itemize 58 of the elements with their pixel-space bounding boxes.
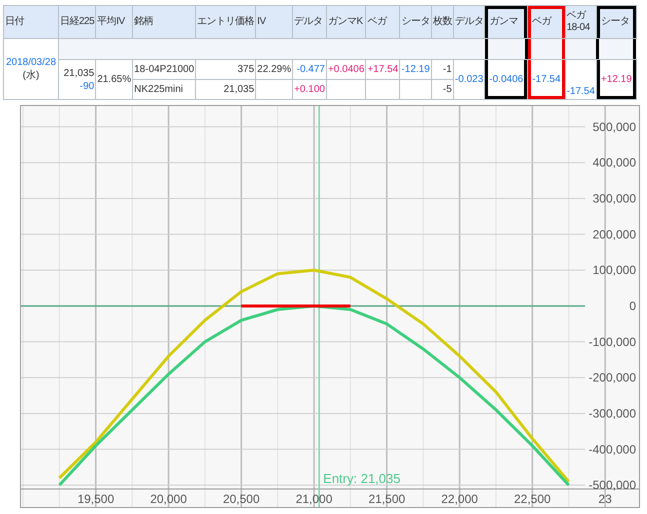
column-header: ベガ xyxy=(532,16,553,28)
column-header: ベガ xyxy=(566,10,588,22)
instrument-name: 18-04P21000 xyxy=(134,64,194,75)
axis-label: 200,000 xyxy=(592,227,636,242)
axis-label: 300,000 xyxy=(592,191,636,206)
quantity-value: -1 xyxy=(442,64,452,75)
column-header: 銘柄 xyxy=(134,16,154,28)
iv-value: 22.29% xyxy=(257,64,292,75)
axis-label: 20,000 xyxy=(150,492,187,506)
axis-label: 23 xyxy=(598,492,612,506)
column-header: 枚数 xyxy=(432,16,452,28)
index-price: 21,035 xyxy=(62,66,94,80)
axis-label: 500,000 xyxy=(592,120,636,134)
total-value: +12.19 xyxy=(600,74,632,85)
delta-value: -0.477 xyxy=(296,64,325,75)
column-header: 日経225 xyxy=(60,16,94,28)
column-header: シータ xyxy=(401,16,430,28)
total-value: -0.023 xyxy=(454,74,484,85)
column-header: 平均IV xyxy=(97,16,126,28)
entry-price: 21,035 xyxy=(224,84,254,95)
index-change: -90 xyxy=(80,80,94,92)
total-value: -17.54 xyxy=(532,74,561,85)
column-header: シータ xyxy=(600,16,630,28)
entry-price: 375 xyxy=(237,64,254,75)
column-header: ガンマK xyxy=(328,16,364,28)
axis-label: 22,500 xyxy=(514,492,551,506)
axis-label: 400,000 xyxy=(592,156,636,170)
gamma-value: +0.0406 xyxy=(328,64,364,75)
weekday-text: (水) xyxy=(22,69,40,82)
total-value: -0.0406 xyxy=(489,74,524,85)
vega-value: +17.54 xyxy=(367,64,398,75)
axis-label: -300,000 xyxy=(588,406,636,420)
column-header: 日付 xyxy=(5,16,26,28)
axis-label: 19,500 xyxy=(77,492,114,506)
delta-value: +0.100 xyxy=(294,84,325,95)
axis-label: -400,000 xyxy=(588,442,636,456)
axis-label: 20,500 xyxy=(222,492,260,506)
column-header: ベガ xyxy=(367,16,388,28)
column-header: エントリ価格 xyxy=(197,16,254,28)
axis-label: 21,500 xyxy=(368,492,406,506)
axis-label: 0 xyxy=(629,298,636,313)
theta-value: -12.19 xyxy=(401,64,430,75)
axis-label: -500,000 xyxy=(588,478,636,492)
column-subheader: 18-04 xyxy=(566,22,591,34)
date-link[interactable]: 2018/03/28 xyxy=(5,56,57,69)
axis-label: -200,000 xyxy=(588,370,636,385)
column-header: ガンマ xyxy=(489,16,519,28)
column-header: デルタ xyxy=(454,16,484,28)
axis-label: 100,000 xyxy=(592,263,636,278)
total-value: -17.54 xyxy=(566,86,595,97)
entry-label: Entry: 21,035 xyxy=(323,471,400,486)
column-header: IV xyxy=(257,16,267,28)
axis-label: 22,000 xyxy=(441,492,478,506)
quantity-value: -5 xyxy=(442,84,452,95)
column-header: デルタ xyxy=(294,16,324,28)
average-iv: 21.65% xyxy=(97,74,132,85)
axis-label: -100,000 xyxy=(588,334,636,349)
instrument-name: NK225mini xyxy=(134,84,184,95)
